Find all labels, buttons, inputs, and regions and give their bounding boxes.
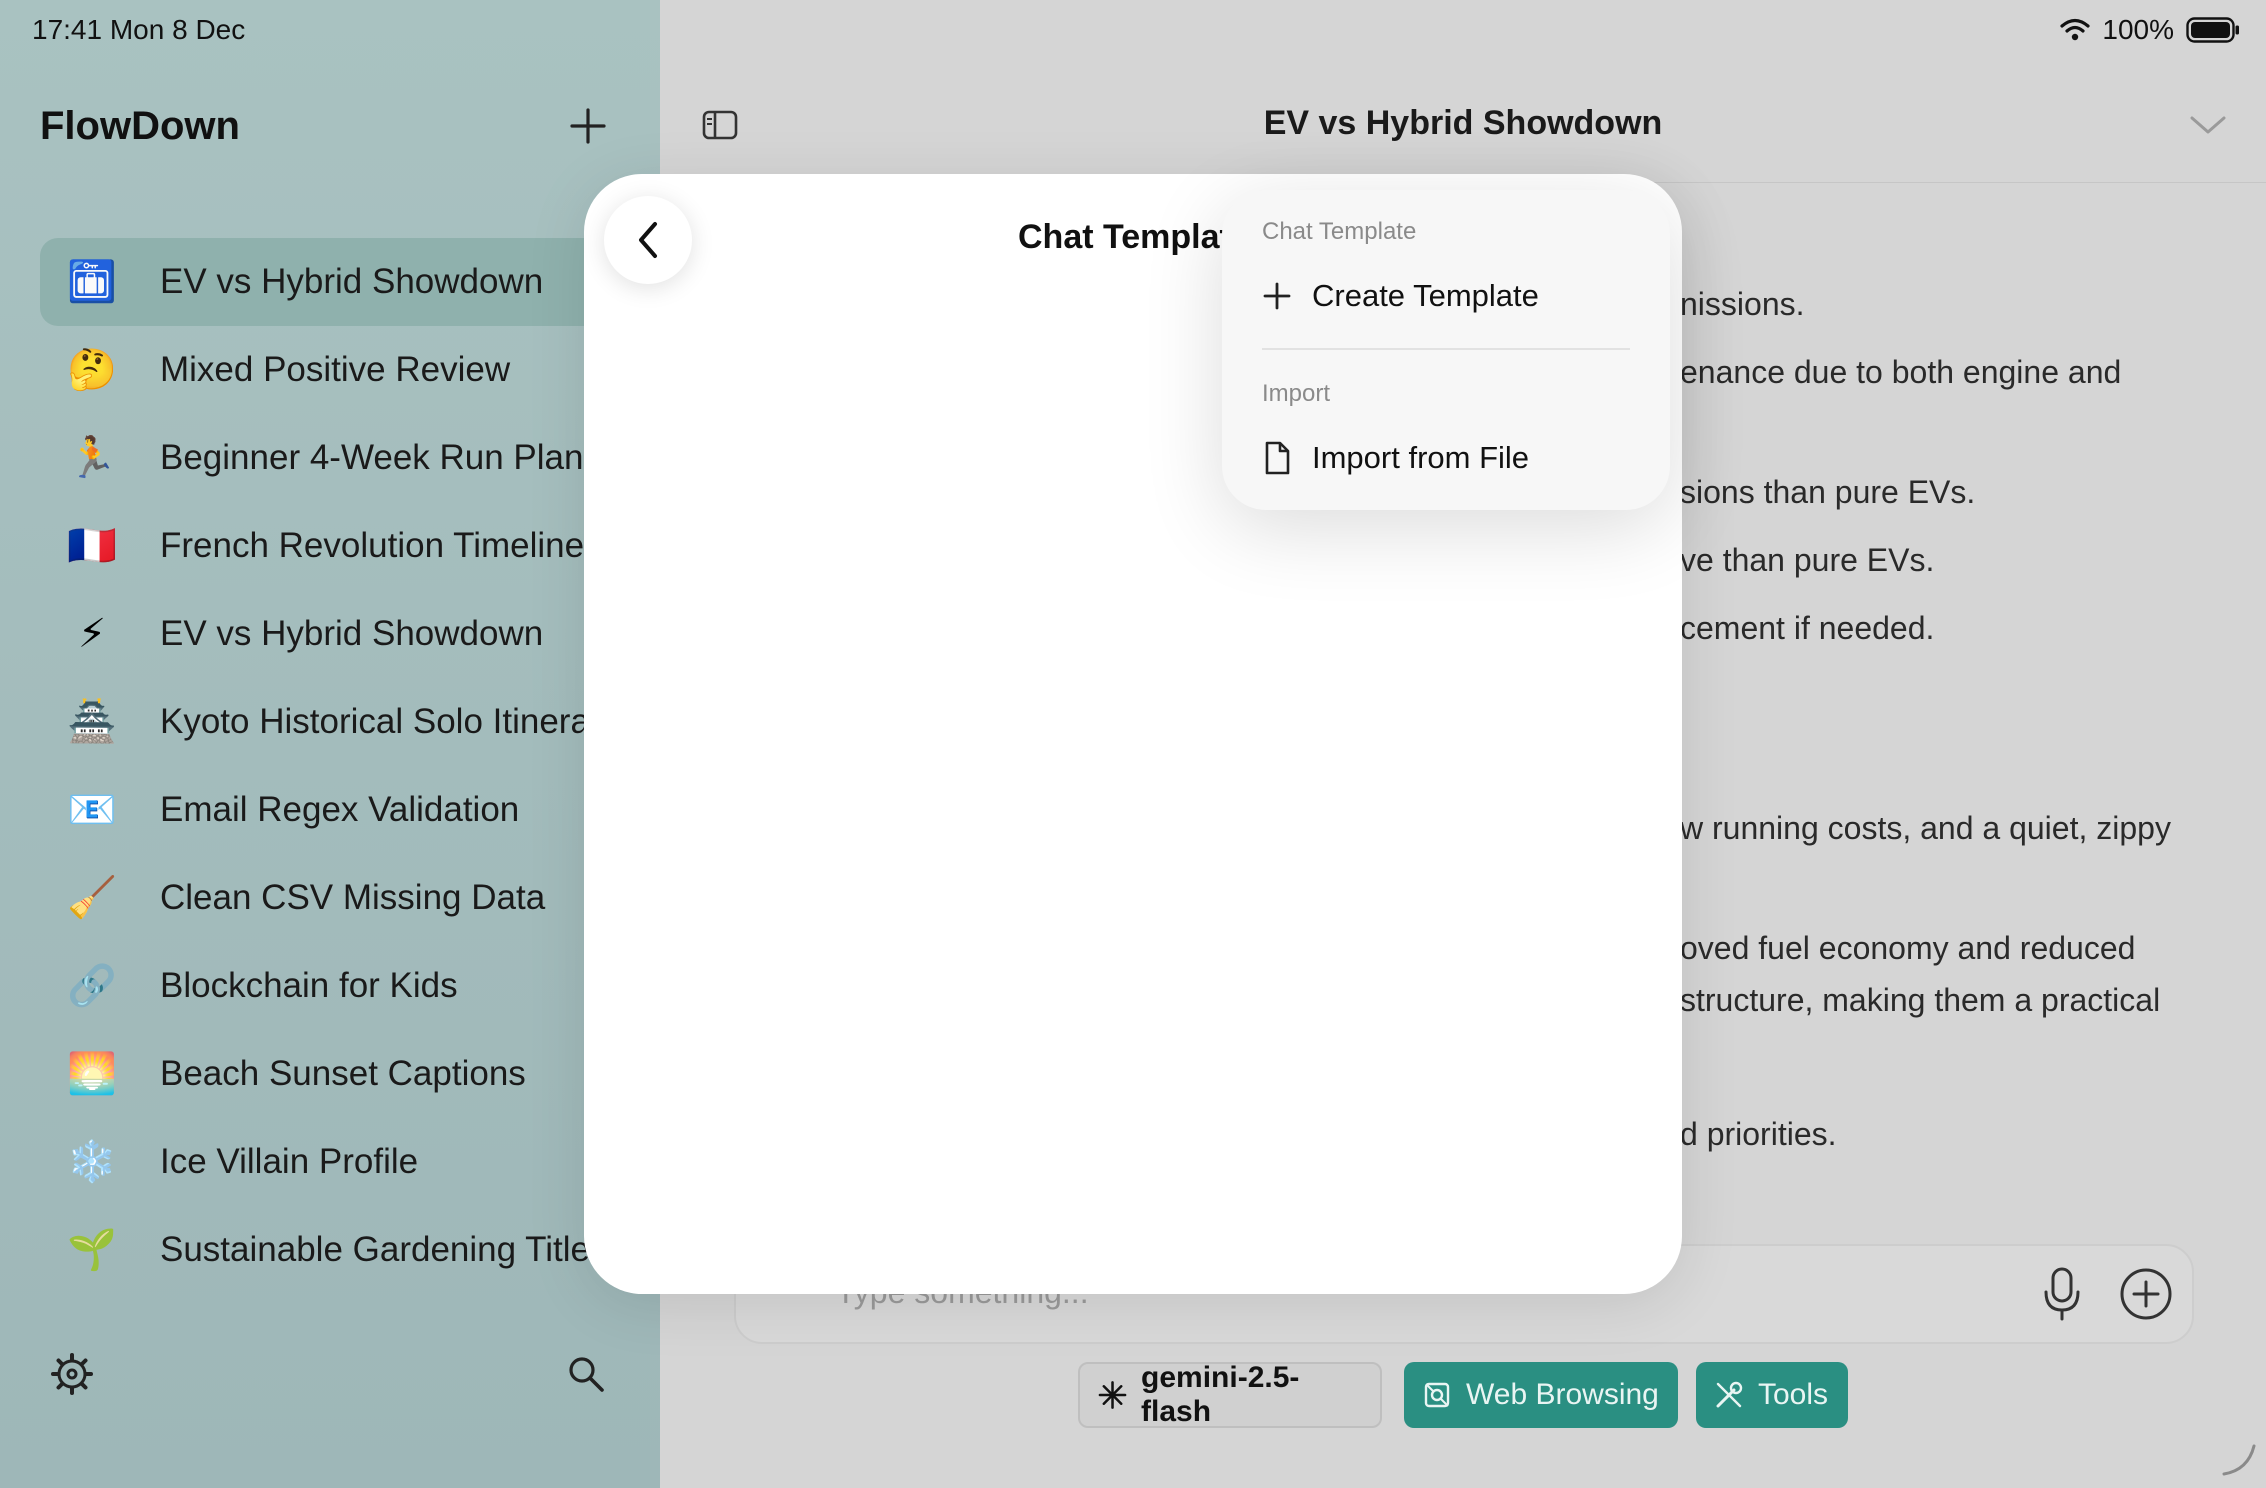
conversation-emoji-icon: 🧹: [67, 876, 117, 920]
create-template-label: Create Template: [1312, 278, 1539, 313]
battery-percent: 100%: [2102, 14, 2174, 45]
conversation-item[interactable]: 🇫🇷 French Revolution Timeline: [40, 502, 640, 590]
app-title: FlowDown: [40, 104, 240, 148]
create-template-item[interactable]: Create Template: [1262, 264, 1640, 328]
conversation-item[interactable]: 🌱 Sustainable Gardening Titles: [40, 1206, 640, 1294]
conversation-emoji-icon: 🏃: [67, 436, 117, 480]
conversation-label: Beginner 4-Week Run Plan: [160, 438, 584, 477]
resize-handle[interactable]: [2218, 1440, 2258, 1480]
conversation-emoji-icon: 🇫🇷: [67, 524, 117, 568]
microphone-icon: [2044, 1267, 2080, 1321]
chevron-down-icon: [2190, 116, 2226, 134]
conversation-item[interactable]: 🏯 Kyoto Historical Solo Itinerary: [40, 678, 640, 766]
tools-label: Tools: [1758, 1378, 1829, 1411]
conversation-list: 🛅 EV vs Hybrid Showdown 🤔 Mixed Positive…: [40, 238, 640, 1294]
message-line: w running costs, and a quiet, zippy: [1680, 810, 2171, 846]
plus-icon: [570, 108, 606, 144]
battery-icon: [2186, 17, 2240, 43]
conversation-label: Email Regex Validation: [160, 790, 520, 829]
add-template-menu: Chat Template Create Template Import Imp…: [1222, 190, 1670, 510]
message-line: d priorities.: [1680, 1116, 1837, 1152]
menu-divider: [1262, 348, 1630, 350]
message-line: nissions.: [1680, 286, 1805, 322]
settings-button[interactable]: [50, 1352, 94, 1396]
message-line: cement if needed.: [1680, 610, 1935, 646]
attach-button[interactable]: [2118, 1266, 2174, 1322]
conversation-item[interactable]: 🔗 Blockchain for Kids: [40, 942, 640, 1030]
menu-section-label: Chat Template: [1262, 218, 1417, 245]
web-browsing-label: Web Browsing: [1466, 1378, 1659, 1411]
sheet-title: Chat Templat: [1018, 218, 1231, 256]
conversation-emoji-icon: 📧: [67, 788, 117, 832]
back-button[interactable]: [604, 196, 692, 284]
app-window: 17:41 Mon 8 Dec FlowDown 🛅 EV vs Hybrid …: [0, 0, 2266, 1488]
conversation-label: Sustainable Gardening Titles: [160, 1230, 608, 1269]
conversation-item[interactable]: 🏃 Beginner 4-Week Run Plan: [40, 414, 640, 502]
tools-toggle[interactable]: Tools: [1696, 1362, 1848, 1428]
voice-input-button[interactable]: [2040, 1266, 2084, 1322]
wifi-icon: [2060, 18, 2090, 42]
conversation-label: Beach Sunset Captions: [160, 1054, 526, 1093]
conversation-label: Blockchain for Kids: [160, 966, 458, 1005]
web-browsing-toggle[interactable]: Web Browsing: [1404, 1362, 1678, 1428]
conversation-emoji-icon: 🏯: [67, 700, 117, 744]
document-icon: [1265, 441, 1290, 475]
conversation-emoji-icon: 🌱: [67, 1228, 117, 1272]
conversation-item[interactable]: ⚡ EV vs Hybrid Showdown: [40, 590, 640, 678]
sidebar: 17:41 Mon 8 Dec FlowDown 🛅 EV vs Hybrid …: [0, 0, 660, 1488]
status-time: 17:41 Mon 8 Dec: [32, 14, 246, 45]
message-line: enance due to both engine and: [1680, 354, 2122, 390]
conversation-label: Mixed Positive Review: [160, 350, 511, 389]
chat-title: EV vs Hybrid Showdown: [1263, 104, 1663, 142]
conversation-label: Clean CSV Missing Data: [160, 878, 546, 917]
asterisk-icon: [1098, 1381, 1127, 1409]
search-icon: [569, 1357, 604, 1392]
status-indicators: 100%: [2060, 14, 2240, 46]
plus-circle-icon: [2120, 1268, 2172, 1320]
conversation-emoji-icon: 🔗: [67, 964, 117, 1008]
conversation-label: Kyoto Historical Solo Itinerary: [160, 702, 620, 741]
conversation-label: Ice Villain Profile: [160, 1142, 419, 1181]
conversation-emoji-icon: 🛅: [67, 260, 117, 304]
plus-icon: [1263, 282, 1291, 310]
conversation-emoji-icon: 🌅: [67, 1052, 117, 1096]
conversation-emoji-icon: ❄️: [67, 1140, 117, 1184]
conversation-item[interactable]: 🛅 EV vs Hybrid Showdown: [40, 238, 640, 326]
conversation-emoji-icon: ⚡: [77, 612, 107, 656]
message-line: structure, making them a practical: [1680, 982, 2161, 1018]
conversation-item[interactable]: 🤔 Mixed Positive Review: [40, 326, 640, 414]
conversation-label: EV vs Hybrid Showdown: [160, 614, 544, 653]
title-menu-button[interactable]: [2188, 110, 2228, 140]
tools-icon: [1716, 1381, 1743, 1408]
conversation-label: French Revolution Timeline: [160, 526, 585, 565]
import-from-file-item[interactable]: Import from File: [1262, 426, 1640, 490]
chevron-left-icon: [639, 222, 657, 258]
search-button[interactable]: [566, 1354, 606, 1394]
message-line: sions than pure EVs.: [1680, 474, 1976, 510]
conversation-item[interactable]: 🌅 Beach Sunset Captions: [40, 1030, 640, 1118]
resize-grip-icon: [2222, 1444, 2256, 1476]
model-name: gemini-2.5-flash: [1141, 1361, 1300, 1428]
conversation-label: EV vs Hybrid Showdown: [160, 262, 544, 301]
gear-icon: [51, 1353, 93, 1395]
conversation-item[interactable]: ❄️ Ice Villain Profile: [40, 1118, 640, 1206]
conversation-item[interactable]: 🧹 Clean CSV Missing Data: [40, 854, 640, 942]
conversation-item[interactable]: 📧 Email Regex Validation: [40, 766, 640, 854]
message-line: oved fuel economy and reduced: [1680, 930, 2136, 966]
model-selector[interactable]: gemini-2.5-flash: [1078, 1361, 1382, 1428]
message-line: ve than pure EVs.: [1680, 542, 1935, 578]
menu-section-label: Import: [1262, 380, 1331, 407]
new-chat-button[interactable]: [566, 104, 610, 148]
globe-network-icon: [1424, 1382, 1450, 1408]
conversation-emoji-icon: 🤔: [67, 348, 117, 392]
import-from-file-label: Import from File: [1312, 440, 1530, 475]
